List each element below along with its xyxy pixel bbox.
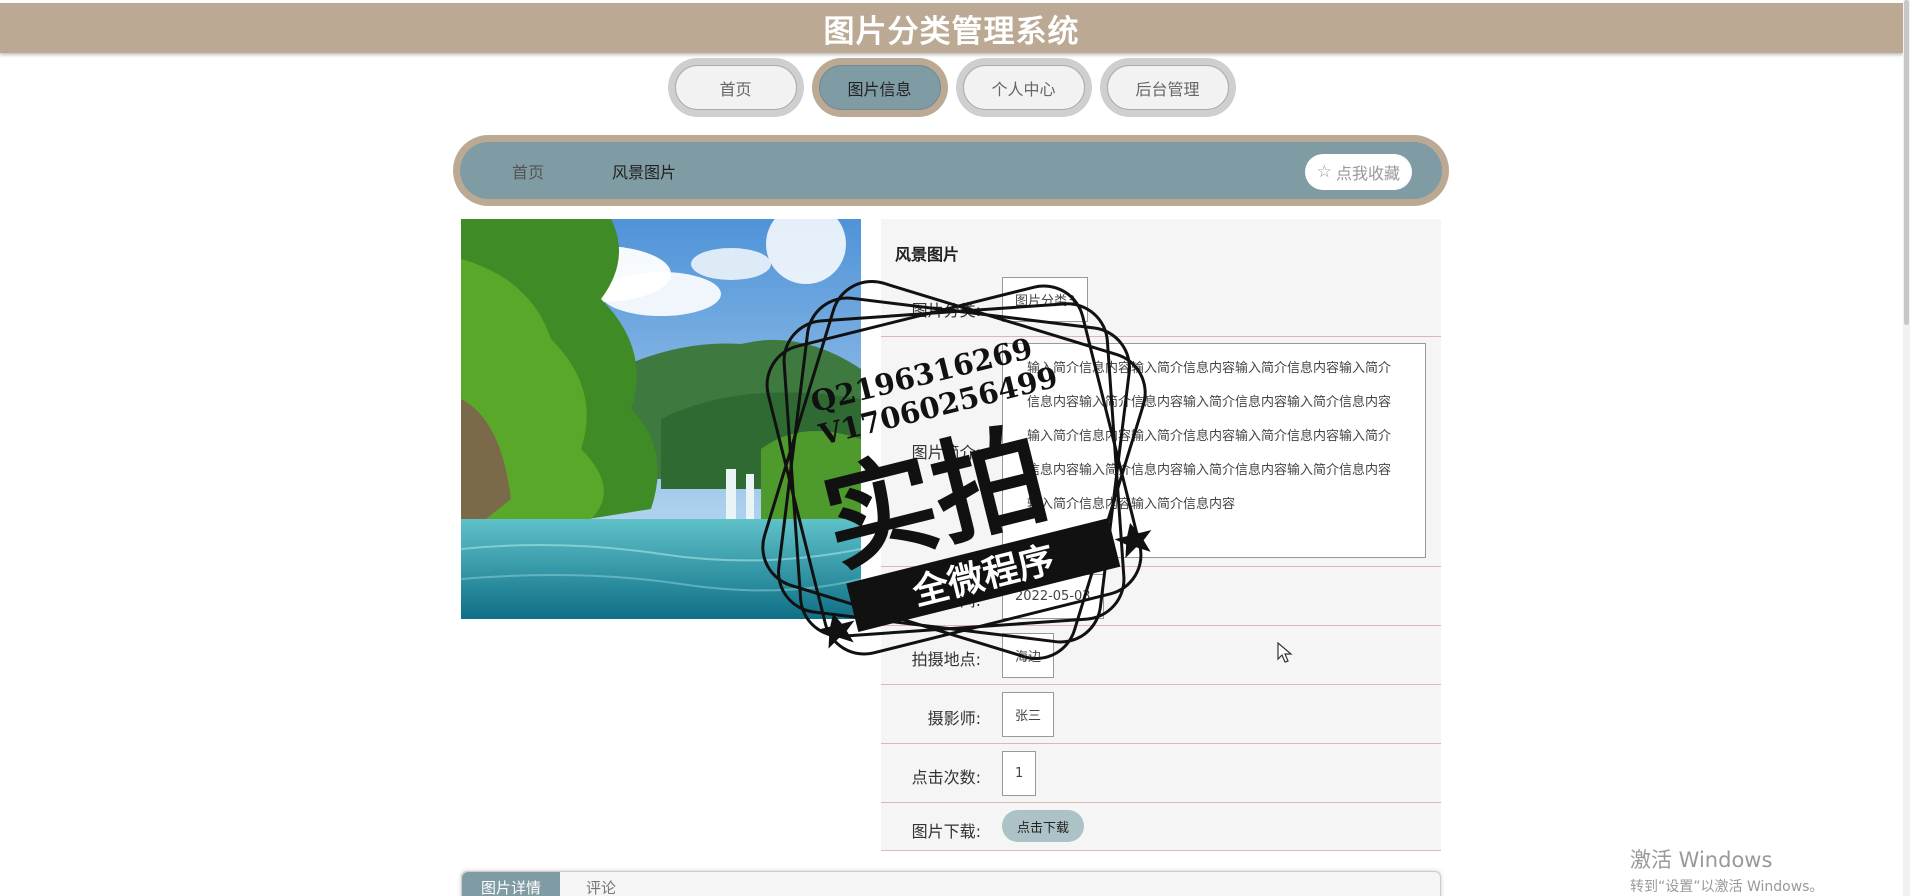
breadcrumb-bar: 首页 风景图片 ☆ 点我收藏 bbox=[460, 142, 1442, 199]
category-row: 图片分类: 图片分类3 bbox=[881, 277, 1441, 337]
nav-image-info-label: 图片信息 bbox=[818, 65, 941, 110]
download-row: 图片下载: 点击下载 bbox=[881, 803, 1441, 851]
landscape-photo bbox=[461, 219, 861, 619]
category-label: 图片分类: bbox=[911, 301, 981, 320]
photographer-label: 摄影师: bbox=[927, 709, 981, 728]
clicks-value: 1 bbox=[1002, 751, 1037, 796]
star-icon: ☆ bbox=[1316, 162, 1332, 182]
breadcrumb: 首页 风景图片 ☆ 点我收藏 bbox=[453, 135, 1449, 206]
description-row: 图片简介: 输入简介信息内容输入简介信息内容输入简介信息内容输入简介信息内容输入… bbox=[881, 337, 1441, 567]
clicks-label: 点击次数: bbox=[911, 768, 981, 787]
shoot-time-label: 拍摄时间: bbox=[911, 591, 981, 610]
nav-admin[interactable]: 后台管理 bbox=[1099, 58, 1236, 117]
description-value: 输入简介信息内容输入简介信息内容输入简介信息内容输入简介信息内容输入简介信息内容… bbox=[1002, 343, 1426, 558]
favorite-button-label: 点我收藏 bbox=[1335, 164, 1400, 183]
breadcrumb-current: 风景图片 bbox=[612, 162, 677, 182]
image-title: 风景图片 bbox=[895, 245, 960, 264]
nav-admin-label: 后台管理 bbox=[1106, 65, 1229, 110]
detail-tabs: 图片详情 评论 bbox=[461, 871, 1441, 896]
windows-activation-notice: 激活 Windows 转到“设置”以激活 Windows。 bbox=[1630, 844, 1823, 896]
main-nav: 首页 图片信息 个人中心 后台管理 bbox=[0, 58, 1903, 117]
nav-personal-center[interactable]: 个人中心 bbox=[955, 58, 1092, 117]
nav-personal-center-label: 个人中心 bbox=[962, 65, 1085, 110]
tab-comments[interactable]: 评论 bbox=[567, 872, 635, 896]
download-label: 图片下载: bbox=[911, 822, 981, 841]
download-button[interactable]: 点击下载 bbox=[1002, 810, 1085, 842]
app-header: 图片分类管理系统 bbox=[0, 3, 1903, 53]
breadcrumb-home-link[interactable]: 首页 bbox=[512, 159, 544, 183]
clicks-row: 点击次数: 1 bbox=[881, 744, 1441, 803]
description-label: 图片简介: bbox=[911, 443, 981, 462]
location-row: 拍摄地点: 海边 bbox=[881, 626, 1441, 685]
mouse-cursor-icon bbox=[1277, 642, 1293, 663]
nav-image-info[interactable]: 图片信息 bbox=[811, 58, 948, 117]
category-value: 图片分类3 bbox=[1002, 277, 1089, 322]
favorite-button[interactable]: ☆ 点我收藏 bbox=[1304, 154, 1412, 190]
nav-home-label: 首页 bbox=[674, 65, 797, 110]
shoot-time-value: 2022-05-03 bbox=[1002, 574, 1104, 619]
shoot-time-row: 拍摄时间: 2022-05-03 bbox=[881, 567, 1441, 626]
scrollbar-thumb[interactable] bbox=[1904, 0, 1909, 325]
app-title: 图片分类管理系统 bbox=[823, 13, 1080, 50]
photographer-row: 摄影师: 张三 bbox=[881, 685, 1441, 744]
nav-home[interactable]: 首页 bbox=[667, 58, 804, 117]
location-value: 海边 bbox=[1002, 633, 1055, 678]
location-label: 拍摄地点: bbox=[911, 650, 981, 669]
tab-image-detail[interactable]: 图片详情 bbox=[462, 872, 561, 896]
windows-activation-hint: 转到“设置”以激活 Windows。 bbox=[1630, 879, 1824, 895]
photographer-value: 张三 bbox=[1002, 692, 1055, 737]
info-panel: 风景图片 图片分类: 图片分类3 图片简介: 输入简介信息内容输入简介信息内容输… bbox=[881, 219, 1441, 851]
windows-activation-title: 激活 Windows bbox=[1630, 848, 1773, 872]
landscape-image bbox=[461, 219, 861, 619]
